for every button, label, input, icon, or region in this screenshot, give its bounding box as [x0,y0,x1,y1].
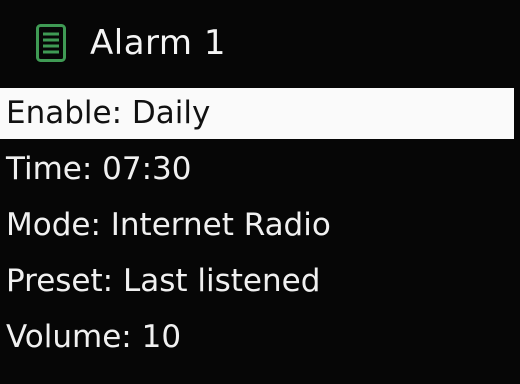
alarm-header: Alarm 1 [0,0,520,86]
menu-item-mode[interactable]: Mode: Internet Radio [0,200,514,251]
menu-item-time[interactable]: Time: 07:30 [0,144,514,195]
alarm-settings-list: Enable: Daily Time: 07:30 Mode: Internet… [0,88,520,363]
menu-item-volume[interactable]: Volume: 10 [0,312,514,363]
menu-item-enable[interactable]: Enable: Daily [0,88,514,139]
radio-display-screen: Alarm 1 Enable: Daily Time: 07:30 Mode: … [0,0,520,384]
menu-item-preset[interactable]: Preset: Last listened [0,256,514,307]
list-menu-icon [36,24,66,62]
page-title: Alarm 1 [90,23,226,63]
